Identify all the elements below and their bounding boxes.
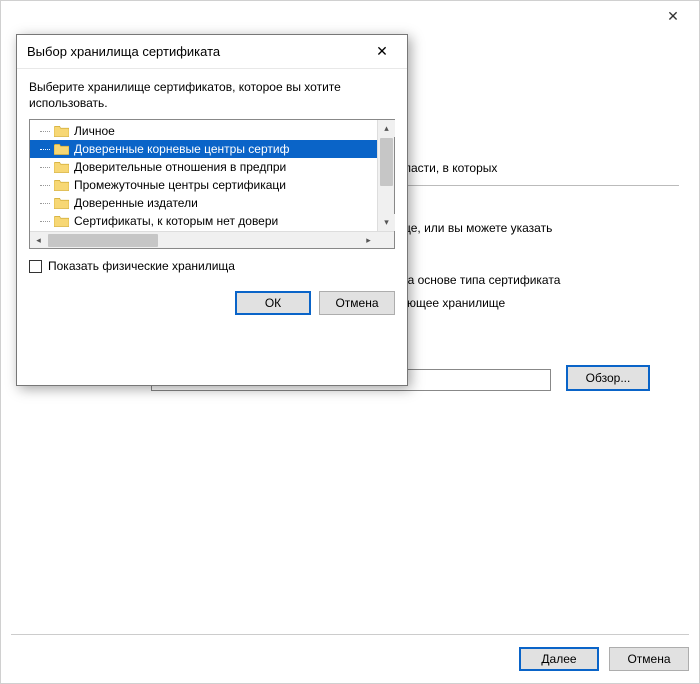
close-icon: ✕: [376, 43, 388, 59]
folder-icon: [54, 125, 69, 137]
dialog-title: Выбор хранилища сертификата: [27, 44, 220, 59]
dialog-instruction: Выберите хранилище сертификатов, которое…: [29, 79, 395, 111]
browse-button[interactable]: Обзор...: [566, 365, 650, 391]
tree-item[interactable]: Сертификаты, к которым нет довери: [30, 212, 377, 230]
scroll-left-icon[interactable]: ◂: [30, 232, 47, 249]
tree-item[interactable]: Промежуточные центры сертификаци: [30, 176, 377, 194]
store-tree-list: Личное Доверенные корневые центры сертиф Д…: [30, 120, 377, 231]
wizard-close-button[interactable]: ✕: [653, 3, 693, 29]
dialog-cancel-button-label: Отмена: [335, 296, 378, 310]
wizard-text-fragment-3: на основе типа сертификата: [401, 273, 679, 287]
store-tree: Личное Доверенные корневые центры сертиф Д…: [29, 119, 395, 249]
wizard-cancel-button-label: Отмена: [627, 652, 670, 666]
close-icon: ✕: [667, 8, 679, 25]
scroll-down-icon[interactable]: ▾: [378, 214, 395, 231]
tree-item-label: Доверенные издатели: [74, 196, 198, 210]
next-button-label: Далее: [541, 652, 576, 666]
scroll-thumb-horizontal[interactable]: [48, 234, 158, 247]
next-button[interactable]: Далее: [519, 647, 599, 671]
folder-icon: [54, 179, 69, 191]
tree-item-label: Личное: [74, 124, 115, 138]
dialog-titlebar[interactable]: Выбор хранилища сертификата ✕: [17, 35, 407, 69]
tree-item[interactable]: Доверенные корневые центры сертиф: [30, 140, 377, 158]
horizontal-scrollbar[interactable]: ◂ ▸: [30, 231, 394, 248]
show-physical-checkbox[interactable]: [29, 260, 42, 273]
show-physical-row[interactable]: Показать физические хранилища: [29, 259, 395, 273]
folder-icon: [54, 197, 69, 209]
ok-button[interactable]: ОК: [235, 291, 311, 315]
ok-button-label: ОК: [265, 296, 281, 310]
wizard-button-bar: Далее Отмена: [11, 634, 689, 671]
browse-button-label: Обзор...: [586, 371, 631, 385]
dialog-close-button[interactable]: ✕: [367, 43, 397, 60]
folder-icon: [54, 143, 69, 155]
tree-item-label: Доверительные отношения в предпри: [74, 160, 286, 174]
tree-item[interactable]: Доверенные издатели: [30, 194, 377, 212]
tree-item[interactable]: Доверительные отношения в предпри: [30, 158, 377, 176]
tree-item-label: Промежуточные центры сертификаци: [74, 178, 286, 192]
wizard-text-fragment-4: ующее хранилище: [401, 296, 679, 310]
wizard-text-fragment-2: ще, или вы можете указать: [401, 221, 679, 235]
scroll-thumb-vertical[interactable]: [380, 138, 393, 186]
vertical-scrollbar[interactable]: ▴ ▾: [377, 120, 394, 231]
dialog-cancel-button[interactable]: Отмена: [319, 291, 395, 315]
folder-icon: [54, 215, 69, 227]
folder-icon: [54, 161, 69, 173]
select-store-dialog: Выбор хранилища сертификата ✕ Выберите х…: [16, 34, 408, 386]
tree-item-label: Доверенные корневые центры сертиф: [74, 142, 289, 156]
dialog-content: Выберите хранилище сертификатов, которое…: [17, 69, 407, 327]
wizard-cancel-button[interactable]: Отмена: [609, 647, 689, 671]
dialog-button-row: ОК Отмена: [29, 291, 395, 315]
tree-item-label: Сертификаты, к которым нет довери: [74, 214, 278, 228]
scroll-right-icon[interactable]: ▸: [360, 232, 377, 249]
scroll-up-icon[interactable]: ▴: [378, 120, 395, 137]
show-physical-label: Показать физические хранилища: [48, 259, 235, 273]
tree-item[interactable]: Личное: [30, 122, 377, 140]
